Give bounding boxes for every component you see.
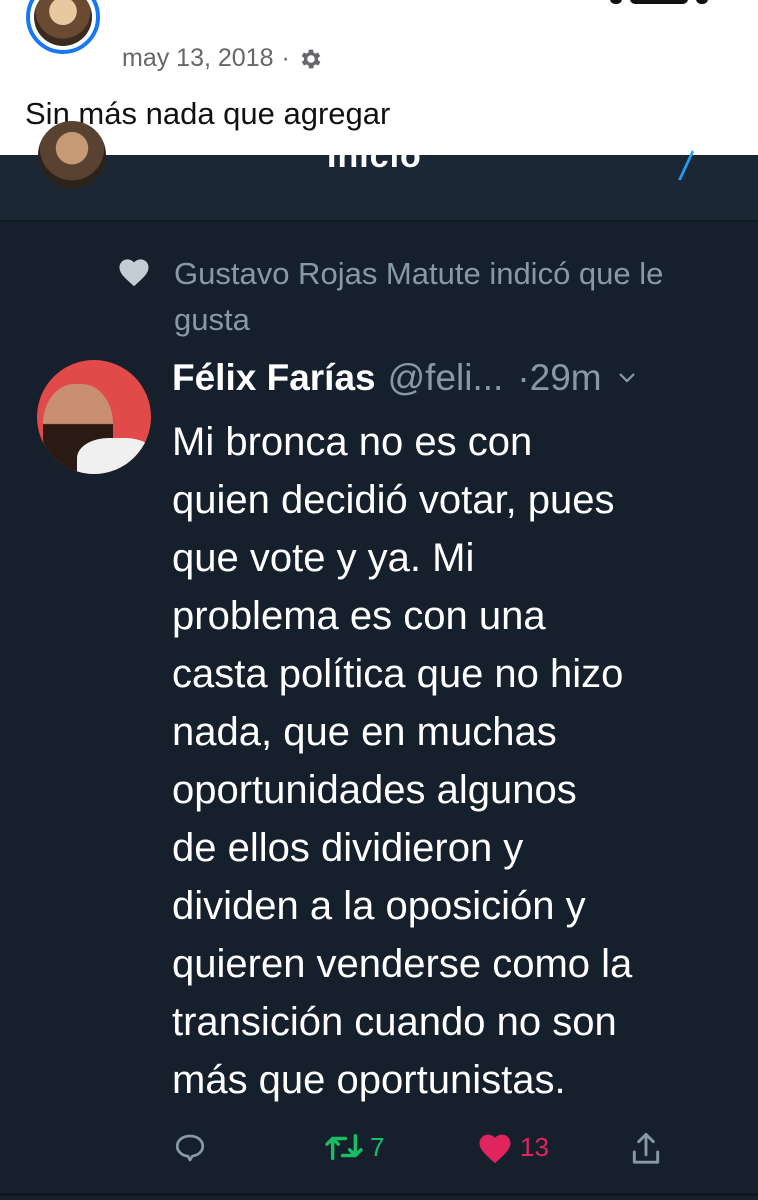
top-bar-title: Inicio [327,137,422,175]
facebook-post-header: may 13, 2018 · Sin más nada que agregar [0,0,758,155]
like-button[interactable]: 13 [476,1130,549,1164]
clipped-top-text [600,0,720,8]
reply-icon [175,1134,205,1162]
chevron-down-icon[interactable] [618,372,636,384]
compose-feather-icon [678,150,694,180]
liked-by-text: Gustavo Rojas Matute indicó que le gusta [174,256,664,337]
top-bar-avatar [38,121,106,189]
tweet-screenshot: Inicio Gustavo Rojas Matute indicó que l… [0,121,758,1200]
reply-button[interactable] [172,1130,208,1166]
bottom-divider [0,1193,758,1196]
tweet-text: Mi bronca no es con quien decidió votar,… [172,420,633,1102]
share-button[interactable] [628,1130,664,1168]
poster-avatar[interactable] [26,0,100,54]
twitter-top-bar: Inicio [0,121,758,222]
tweet-author-avatar[interactable] [37,360,151,474]
meta-separator: · [281,44,290,72]
like-count: 13 [520,1131,549,1162]
heart-icon [479,1134,511,1164]
share-icon [632,1132,660,1164]
gear-icon[interactable] [298,46,324,72]
liked-heart-icon [119,259,149,287]
liked-by-row: Gustavo Rojas Matute indicó que le gusta [116,251,714,343]
retweet-icon [325,1133,363,1161]
post-date[interactable]: may 13, 2018 [122,44,274,73]
retweet-count: 7 [370,1131,385,1162]
tweet-time: ·29m [517,357,602,398]
avatar-shirt [77,438,151,474]
tweet-action-bar: 7 13 [0,1130,758,1180]
screenshot-page: may 13, 2018 · Sin más nada que agregar … [0,0,758,1200]
tweet-header: Félix Farías @feli... ·29m [172,357,732,399]
retweet-button[interactable]: 7 [324,1130,384,1164]
poster-avatar-image [34,0,92,46]
author-name[interactable]: Félix Farías [172,357,376,399]
author-handle[interactable]: @feli... [388,357,504,399]
post-meta: may 13, 2018 · [122,44,324,73]
